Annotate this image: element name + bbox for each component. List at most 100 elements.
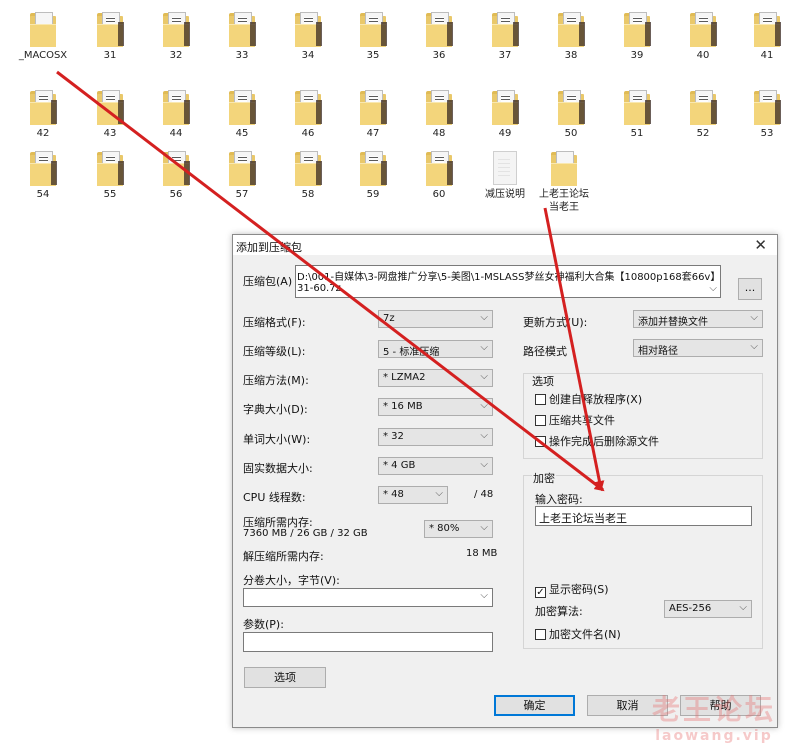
desktop-folder[interactable]: 60 <box>411 151 467 201</box>
watermark: 老王论坛 laowang.vip <box>652 688 776 744</box>
folder-icon <box>360 151 387 186</box>
checkbox-box[interactable] <box>535 629 546 640</box>
checkbox-box[interactable] <box>535 436 546 447</box>
checkbox-box[interactable] <box>535 415 546 426</box>
desktop-item-label: 60 <box>432 189 446 200</box>
desktop-folder[interactable]: 43 <box>82 90 138 140</box>
desktop-item-label: 47 <box>366 128 380 139</box>
desktop-file[interactable]: 减压说明 <box>477 151 533 201</box>
desktop-folder[interactable]: 59 <box>345 151 401 201</box>
desktop-folder[interactable]: 45 <box>214 90 270 140</box>
checkbox-box-checked[interactable]: ✓ <box>535 587 546 598</box>
solid-select[interactable]: * 4 GB ⌵ <box>378 457 493 475</box>
split-size-input[interactable]: ⌵ <box>243 588 493 607</box>
desktop-folder[interactable]: 50 <box>543 90 599 140</box>
desktop-folder[interactable]: 51 <box>609 90 665 140</box>
checkbox-delete[interactable]: 操作完成后删除源文件 <box>535 433 659 449</box>
options-button[interactable]: 选项 <box>244 667 326 688</box>
desktop-folder[interactable]: 47 <box>345 90 401 140</box>
desktop-folder[interactable]: 42 <box>15 90 71 140</box>
checkbox-show-password[interactable]: ✓ 显示密码(S) <box>535 581 609 598</box>
level-label: 压缩等级(L): <box>243 345 306 358</box>
word-select[interactable]: * 32 ⌵ <box>378 428 493 446</box>
word-label: 单词大小(W): <box>243 433 311 446</box>
show-password-label: 显示密码(S) <box>549 583 609 596</box>
desktop-folder[interactable]: 54 <box>15 151 71 201</box>
desktop-folder[interactable]: 55 <box>82 151 138 201</box>
watermark-logo-text: 老王论坛 <box>651 693 776 726</box>
desktop-folder[interactable]: 56 <box>148 151 204 201</box>
dict-select[interactable]: * 16 MB ⌵ <box>378 398 493 416</box>
desktop-item-label: 54 <box>36 189 50 200</box>
desktop-folder[interactable]: 57 <box>214 151 270 201</box>
enc-method-select[interactable]: AES-256 ⌵ <box>664 600 752 618</box>
pathmode-label: 路径模式 <box>523 345 567 358</box>
level-select[interactable]: 5 - 标准压缩 ⌵ <box>378 340 493 358</box>
chevron-down-icon: ⌵ <box>480 342 488 353</box>
options-group: 选项 创建自释放程序(X) 压缩共享文件 操作完成后删除源文件 <box>523 373 763 459</box>
threads-select[interactable]: * 48 ⌵ <box>378 486 448 504</box>
method-select[interactable]: * LZMA2 ⌵ <box>378 369 493 387</box>
desktop-folder[interactable]: 53 <box>739 90 795 140</box>
password-input[interactable]: 上老王论坛当老王 <box>535 506 752 526</box>
dict-value: * 16 MB <box>383 401 423 412</box>
browse-button[interactable]: ... <box>738 278 762 300</box>
desktop-folder[interactable]: 32 <box>148 12 204 62</box>
desktop-folder[interactable]: 39 <box>609 12 665 62</box>
desktop-item-label: 减压说明 <box>485 189 525 200</box>
folder-icon <box>754 12 781 47</box>
desktop-item-label: 53 <box>760 128 774 139</box>
folder-icon <box>163 151 190 186</box>
update-select[interactable]: 添加并替换文件 ⌵ <box>633 310 763 328</box>
params-label: 参数(P): <box>243 618 284 631</box>
desktop-folder[interactable]: 44 <box>148 90 204 140</box>
chevron-down-icon[interactable]: ⌵ <box>709 283 717 294</box>
folder-icon <box>30 151 57 186</box>
desktop-folder[interactable]: 52 <box>675 90 731 140</box>
folder-icon <box>624 90 651 125</box>
close-icon[interactable]: ✕ <box>754 236 767 254</box>
desktop-folder[interactable]: 31 <box>82 12 138 62</box>
params-input[interactable] <box>243 632 493 652</box>
desktop-folder[interactable]: 49 <box>477 90 533 140</box>
folder-icon <box>295 151 322 186</box>
desktop-item-label: 35 <box>366 50 380 61</box>
desktop-folder[interactable]: 上老王论坛当老王 <box>536 151 592 214</box>
desktop-folder[interactable]: _MACOSX <box>15 12 71 62</box>
pathmode-select[interactable]: 相对路径 ⌵ <box>633 339 763 357</box>
desktop-folder[interactable]: 58 <box>280 151 336 201</box>
chevron-down-icon: ⌵ <box>739 602 747 613</box>
folder-icon <box>551 151 577 186</box>
folder-icon <box>163 12 190 47</box>
desktop-item-label: 40 <box>696 50 710 61</box>
desktop-folder[interactable]: 48 <box>411 90 467 140</box>
folder-icon <box>97 151 124 186</box>
checkbox-shared-label: 压缩共享文件 <box>549 414 615 427</box>
desktop-folder[interactable]: 34 <box>280 12 336 62</box>
desktop-folder[interactable]: 40 <box>675 12 731 62</box>
dict-label: 字典大小(D): <box>243 403 308 416</box>
desktop-item-label: 48 <box>432 128 446 139</box>
checkbox-box[interactable] <box>535 394 546 405</box>
folder-icon <box>360 12 387 47</box>
desktop-folder[interactable]: 33 <box>214 12 270 62</box>
checkbox-encrypt-names[interactable]: 加密文件名(N) <box>535 626 621 642</box>
format-select[interactable]: 7z ⌵ <box>378 310 493 328</box>
desktop-item-label: 50 <box>564 128 578 139</box>
mem-comp-value: 7360 MB / 26 GB / 32 GB <box>243 528 368 539</box>
desktop-item-label: 33 <box>235 50 249 61</box>
checkbox-sfx[interactable]: 创建自释放程序(X) <box>535 391 642 407</box>
folder-icon <box>492 90 519 125</box>
ok-button[interactable]: 确定 <box>494 695 575 716</box>
desktop-folder[interactable]: 37 <box>477 12 533 62</box>
desktop-folder[interactable]: 35 <box>345 12 401 62</box>
mem-percent-select[interactable]: * 80% ⌵ <box>424 520 493 538</box>
desktop-folder[interactable]: 36 <box>411 12 467 62</box>
document-icon <box>493 151 517 185</box>
checkbox-shared[interactable]: 压缩共享文件 <box>535 412 615 428</box>
archive-path-line1: D:\001-自媒体\3-网盘推广分享\5-美图\1-MSLASS梦丝女神福利大… <box>297 272 719 283</box>
desktop-folder[interactable]: 41 <box>739 12 795 62</box>
archive-path-combo[interactable]: D:\001-自媒体\3-网盘推广分享\5-美图\1-MSLASS梦丝女神福利大… <box>295 265 721 298</box>
desktop-folder[interactable]: 46 <box>280 90 336 140</box>
desktop-folder[interactable]: 38 <box>543 12 599 62</box>
